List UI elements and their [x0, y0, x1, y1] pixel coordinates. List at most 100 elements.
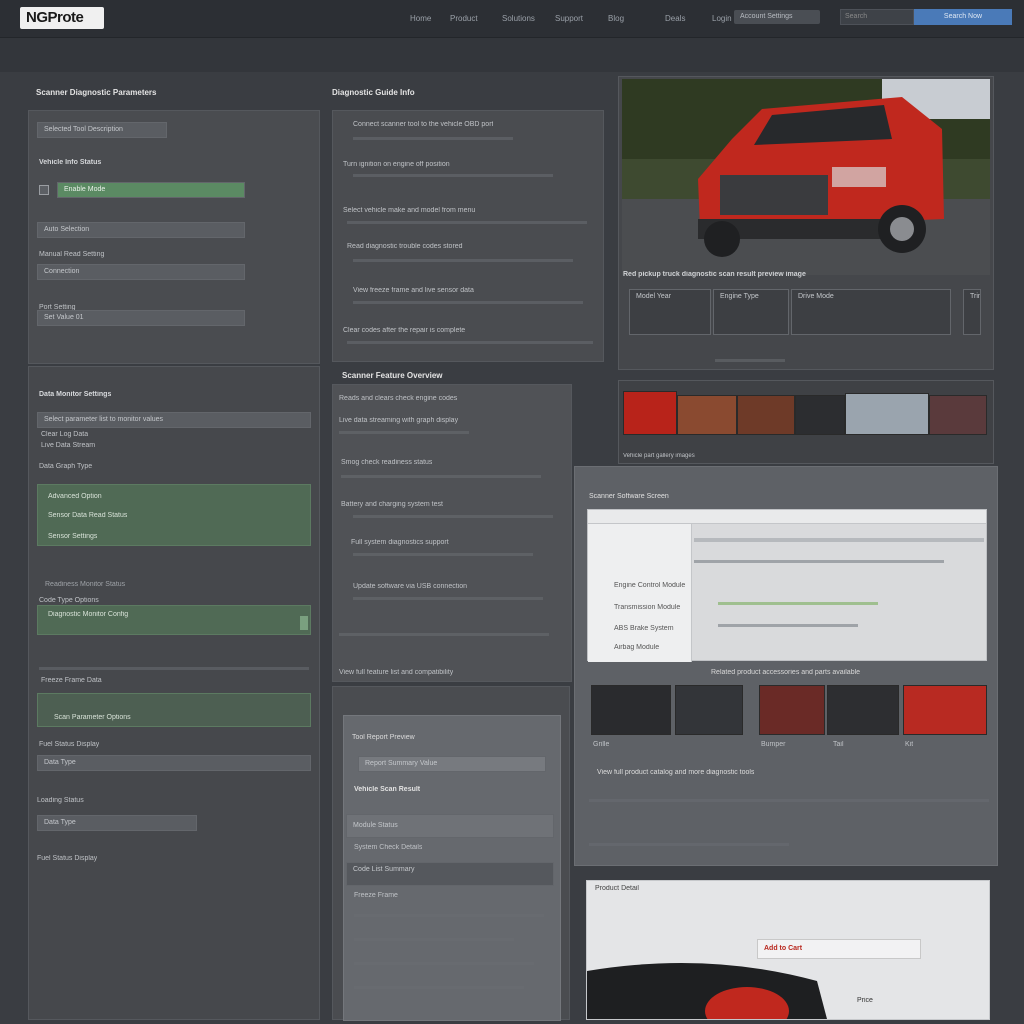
add-to-cart-button[interactable]: Add to Cart: [757, 939, 921, 959]
software-row-3[interactable]: ABS Brake System: [614, 625, 674, 632]
vehicle-photo: [622, 79, 990, 275]
text-line: [353, 553, 533, 556]
gallery-thumb-4[interactable]: [795, 395, 845, 435]
text-line: [354, 986, 524, 989]
accessory-label-4: Kit: [905, 741, 914, 748]
accessory-thumb-3[interactable]: [759, 685, 825, 735]
nav-link-deals[interactable]: Deals: [665, 14, 685, 23]
module-status-field[interactable]: Module Status: [346, 814, 554, 838]
search-button[interactable]: Search Now: [914, 9, 1012, 25]
guide-item-3: Select vehicle make and model from menu: [343, 207, 476, 214]
software-row-1[interactable]: Engine Control Module: [614, 582, 685, 589]
parameter-list-field[interactable]: Select parameter list to monitor values: [37, 412, 311, 428]
vehicle-info-label: Vehicle Info Status: [39, 159, 102, 166]
nav-link-support[interactable]: Support: [555, 14, 583, 23]
graph-type-label: Data Graph Type: [39, 463, 93, 470]
text-line: [589, 799, 989, 802]
advanced-option-label[interactable]: Advanced Option: [48, 493, 102, 500]
loading-status-field[interactable]: Data Type: [37, 815, 197, 831]
catalog-footer-text[interactable]: View full product catalog and more diagn…: [597, 769, 754, 776]
tool-report-title: Tool Report Preview: [352, 734, 415, 741]
feature-item-1: Reads and clears check engine codes: [339, 395, 458, 402]
accessory-thumb-2[interactable]: [675, 685, 743, 735]
nav-link-product[interactable]: Product: [450, 14, 478, 23]
guide-item-4: Read diagnostic trouble codes stored: [347, 243, 463, 250]
car-part-image: [587, 963, 827, 1019]
spec-cell-engine: Engine Type: [713, 289, 789, 335]
gallery-thumb-1[interactable]: [623, 391, 677, 435]
text-line: [353, 259, 573, 262]
checkbox-icon[interactable]: [39, 185, 49, 195]
connection-field[interactable]: Connection: [37, 264, 245, 280]
guide-item-5: View freeze frame and live sensor data: [353, 287, 474, 294]
feature-footer-link[interactable]: View full feature list and compatibility: [339, 669, 453, 676]
parameters-panel: Selected Tool Description Vehicle Info S…: [28, 110, 320, 364]
accessory-label-1: Grille: [593, 741, 610, 748]
data-type-field[interactable]: Data Type: [37, 755, 311, 771]
software-screenshot-panel: Scanner Software Screen Engine Control M…: [574, 466, 998, 866]
data-line: [718, 624, 858, 627]
sensor-settings-label[interactable]: Sensor Settings: [48, 533, 97, 540]
feature-item-4: Battery and charging system test: [341, 501, 443, 508]
text-line: [347, 221, 587, 224]
brand-logo[interactable]: NGProte: [20, 7, 104, 29]
gallery-thumb-6[interactable]: [929, 395, 987, 435]
parts-gallery-panel: Vehicle part gallery images: [618, 380, 994, 464]
data-line: [718, 602, 878, 605]
diagnostic-config-label: Diagnostic Monitor Config: [48, 611, 129, 618]
left-panel-title: Scanner Diagnostic Parameters: [36, 88, 157, 97]
set-value-field[interactable]: Set Value 01: [37, 310, 245, 326]
readiness-label: Readiness Monitor Status: [45, 581, 126, 588]
accessory-thumb-5[interactable]: [903, 685, 987, 735]
software-window: Engine Control Module Transmission Modul…: [587, 509, 987, 662]
accessory-thumb-4[interactable]: [827, 685, 899, 735]
data-line: [694, 560, 944, 563]
sensor-read-label[interactable]: Sensor Data Read Status: [48, 512, 127, 519]
nav-link-solutions[interactable]: Solutions: [502, 14, 535, 23]
gallery-thumb-5[interactable]: [845, 393, 929, 435]
nav-link-login[interactable]: Login: [712, 14, 732, 23]
tool-description-field[interactable]: Selected Tool Description: [37, 122, 167, 138]
feature-item-5: Full system diagnostics support: [351, 539, 449, 546]
data-monitor-title: Data Monitor Settings: [39, 391, 112, 398]
divider: [39, 667, 309, 670]
product-detail-title: Product Detail: [595, 885, 639, 892]
diagnostic-guide-panel: Connect scanner tool to the vehicle OBD …: [332, 110, 604, 362]
gallery-caption: Vehicle part gallery images: [623, 453, 695, 459]
software-row-4[interactable]: Airbag Module: [614, 644, 659, 651]
accessory-thumb-1[interactable]: [591, 685, 671, 735]
report-summary-field[interactable]: Report Summary Value: [358, 756, 546, 772]
scan-parameter-label: Scan Parameter Options: [54, 714, 131, 721]
account-settings-button[interactable]: Account Settings: [734, 10, 820, 24]
feature-item-2: Live data streaming with graph display: [339, 417, 459, 424]
text-line: [354, 938, 514, 941]
text-line: [347, 341, 593, 344]
nav-link-blog[interactable]: Blog: [608, 14, 624, 23]
nav-link-home[interactable]: Home: [410, 14, 431, 23]
scan-result-label: Vehicle Scan Result: [354, 786, 421, 793]
feature-overview-panel: Reads and clears check engine codes Live…: [332, 384, 572, 682]
clear-log-label[interactable]: Clear Log Data: [41, 431, 88, 438]
mid-panel-title: Diagnostic Guide Info: [332, 88, 415, 97]
software-toolbar: [588, 510, 986, 524]
code-list-field[interactable]: Code List Summary: [346, 862, 554, 886]
system-check-label: System Check Details: [354, 844, 423, 851]
feature-item-6: Update software via USB connection: [353, 583, 468, 590]
accessory-label-3: Tail: [833, 741, 844, 748]
guide-item-1: Connect scanner tool to the vehicle OBD …: [353, 121, 494, 128]
scroll-handle[interactable]: [300, 616, 308, 630]
search-input[interactable]: Search: [840, 9, 914, 25]
top-navigation-bar: NGProte Home Product Solutions Support B…: [0, 0, 1024, 38]
text-line: [353, 597, 543, 600]
enable-mode-field[interactable]: Enable Mode: [57, 182, 245, 198]
software-row-2[interactable]: Transmission Module: [614, 604, 680, 611]
fuel-status-label: Fuel Status Display: [39, 741, 100, 748]
gallery-thumb-3[interactable]: [737, 395, 795, 435]
auto-selection-field[interactable]: Auto Selection: [37, 222, 245, 238]
gallery-thumb-2[interactable]: [677, 395, 737, 435]
diagnostic-config-row[interactable]: Diagnostic Monitor Config: [37, 605, 311, 635]
software-screen-title: Scanner Software Screen: [589, 493, 669, 500]
freeze-frame-label: Freeze Frame Data: [41, 677, 102, 684]
scan-parameter-row[interactable]: Scan Parameter Options: [37, 693, 311, 727]
text-line: [353, 301, 583, 304]
